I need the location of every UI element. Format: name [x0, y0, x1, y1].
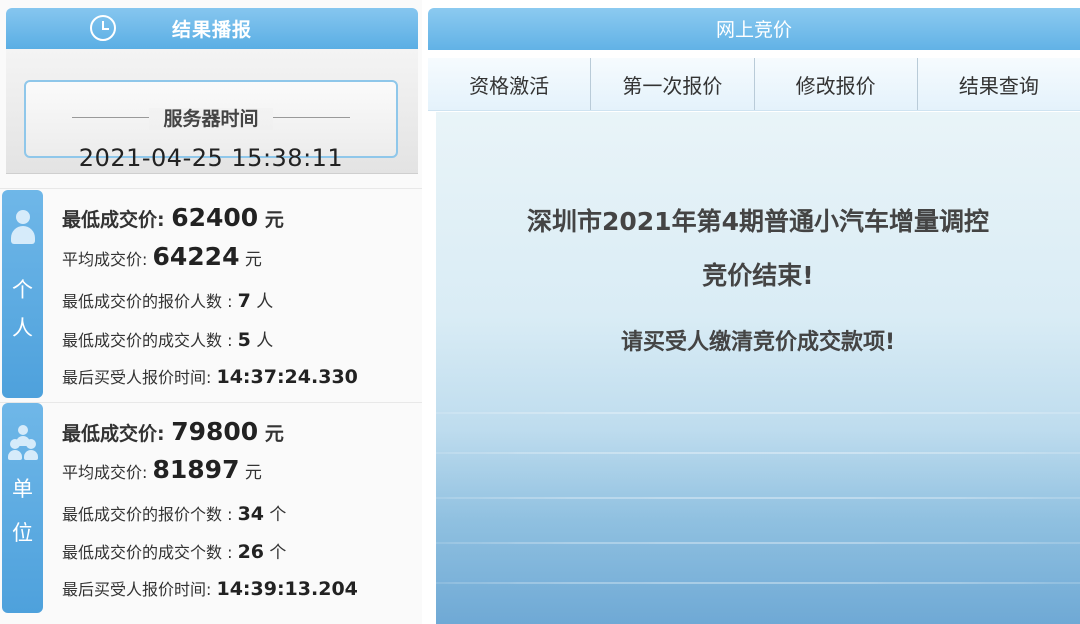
unit-lowest-deal-count-label: 最低成交价的成交个数 : [62, 543, 238, 562]
unit-tab-char-1: 单 [12, 477, 33, 501]
personal-avg-price-row: 平均成交价: 64224 元 [62, 242, 262, 271]
unit-lowest-price-row: 最低成交价: 79800 元 [62, 417, 284, 446]
online-bidding-panel: 网上竞价 资格激活 第一次报价 修改报价 结果查询 深圳市2021年第4期普通小… [428, 8, 1080, 624]
unit-last-bid-time-row: 最后买受人报价时间: 14:39:13.204 [62, 576, 358, 600]
personal-lowest-deal-count-value: 5 [237, 329, 251, 351]
unit-lowest-price-label: 最低成交价: [62, 423, 172, 445]
payment-reminder: 请买受人缴清竞价成交款项! [620, 330, 896, 355]
personal-lowest-bid-count-value: 7 [237, 290, 251, 312]
personal-last-bid-time-row: 最后买受人报价时间: 14:37:24.330 [62, 364, 358, 388]
personal-lowest-deal-count-unit: 人 [250, 331, 274, 351]
personal-lowest-price-unit: 元 [258, 209, 284, 231]
tab-result-query[interactable]: 结果查询 [918, 58, 1080, 110]
personal-tab-char-2: 人 [12, 316, 33, 340]
unit-lowest-bid-count-value: 34 [237, 503, 265, 525]
personal-lowest-bid-count-label: 最低成交价的报价人数 : [62, 292, 238, 311]
unit-lowest-bid-count-unit: 个 [264, 505, 287, 525]
unit-avg-price-row: 平均成交价: 81897 元 [62, 455, 262, 484]
personal-last-bid-time-label: 最后买受人报价时间: [62, 368, 217, 387]
personal-tab-char-1: 个 [12, 278, 33, 302]
bidding-ended-status: 竞价结束! [702, 261, 814, 290]
unit-avg-price-value: 81897 [152, 455, 240, 484]
personal-lowest-deal-count-label: 最低成交价的成交人数 : [62, 331, 238, 350]
online-bidding-header: 网上竞价 [428, 8, 1080, 50]
bidding-ended-title: 深圳市2021年第4期普通小汽车增量调控 [527, 207, 989, 236]
unit-lowest-deal-count-row: 最低成交价的成交个数 : 26 个 [62, 538, 286, 563]
personal-avg-price-label: 平均成交价: [62, 250, 153, 269]
personal-lowest-price-value: 62400 [171, 203, 259, 232]
result-broadcast-title: 结果播报 [171, 19, 252, 41]
clock-icon [90, 15, 116, 41]
unit-lowest-bid-count-row: 最低成交价的报价个数 : 34 个 [62, 500, 286, 525]
unit-last-bid-time-label: 最后买受人报价时间: [62, 580, 217, 599]
unit-avg-price-unit: 元 [239, 463, 262, 483]
unit-tab-char-2: 位 [12, 521, 33, 545]
personal-tab: 个 人 [2, 190, 43, 398]
unit-lowest-deal-count-value: 26 [237, 541, 265, 563]
person-icon [11, 210, 35, 246]
personal-lowest-price-label: 最低成交价: [62, 209, 172, 231]
unit-lowest-price-unit: 元 [258, 423, 284, 445]
unit-results-section: 单 位 最低成交价: 79800 元 平均成交价: 81897 元 最低成交价的… [0, 402, 422, 617]
personal-lowest-price-row: 最低成交价: 62400 元 [62, 203, 284, 232]
unit-lowest-deal-count-unit: 个 [264, 543, 287, 563]
personal-last-bid-time-value: 14:37:24.330 [216, 366, 358, 388]
unit-lowest-bid-count-label: 最低成交价的报价个数 : [62, 505, 238, 524]
bidding-result-content: 深圳市2021年第4期普通小汽车增量调控 竞价结束! 请买受人缴清竞价成交款项! [436, 112, 1080, 624]
server-time-value: 2021-04-25 15:38:11 [78, 144, 344, 172]
tab-first-bid[interactable]: 第一次报价 [591, 58, 755, 110]
server-time-label: 服务器时间 [149, 108, 273, 130]
tab-qualification-activation[interactable]: 资格激活 [428, 58, 592, 110]
personal-lowest-deal-count-row: 最低成交价的成交人数 : 5 人 [62, 326, 273, 351]
personal-avg-price-value: 64224 [152, 242, 240, 271]
personal-results-section: 个 人 最低成交价: 62400 元 平均成交价: 64224 元 最低成交价的… [0, 188, 422, 399]
result-broadcast-header: 结果播报 [6, 8, 418, 49]
unit-avg-price-label: 平均成交价: [62, 463, 153, 482]
group-icon [8, 425, 38, 460]
bidding-tabs: 资格激活 第一次报价 修改报价 结果查询 [428, 58, 1080, 111]
result-broadcast-panel: 结果播报 服务器时间 2021-04-25 15:38:11 个 人 最低成交价… [0, 0, 422, 624]
unit-last-bid-time-value: 14:39:13.204 [216, 578, 358, 600]
unit-tab: 单 位 [2, 403, 43, 613]
unit-lowest-price-value: 79800 [171, 417, 259, 446]
server-time-card: 服务器时间 2021-04-25 15:38:11 [6, 49, 418, 174]
personal-lowest-bid-count-unit: 人 [250, 292, 274, 312]
personal-avg-price-unit: 元 [239, 250, 262, 270]
server-time-box: 服务器时间 2021-04-25 15:38:11 [24, 80, 398, 172]
personal-lowest-bid-count-row: 最低成交价的报价人数 : 7 人 [62, 287, 273, 312]
tab-modify-bid[interactable]: 修改报价 [755, 58, 918, 110]
